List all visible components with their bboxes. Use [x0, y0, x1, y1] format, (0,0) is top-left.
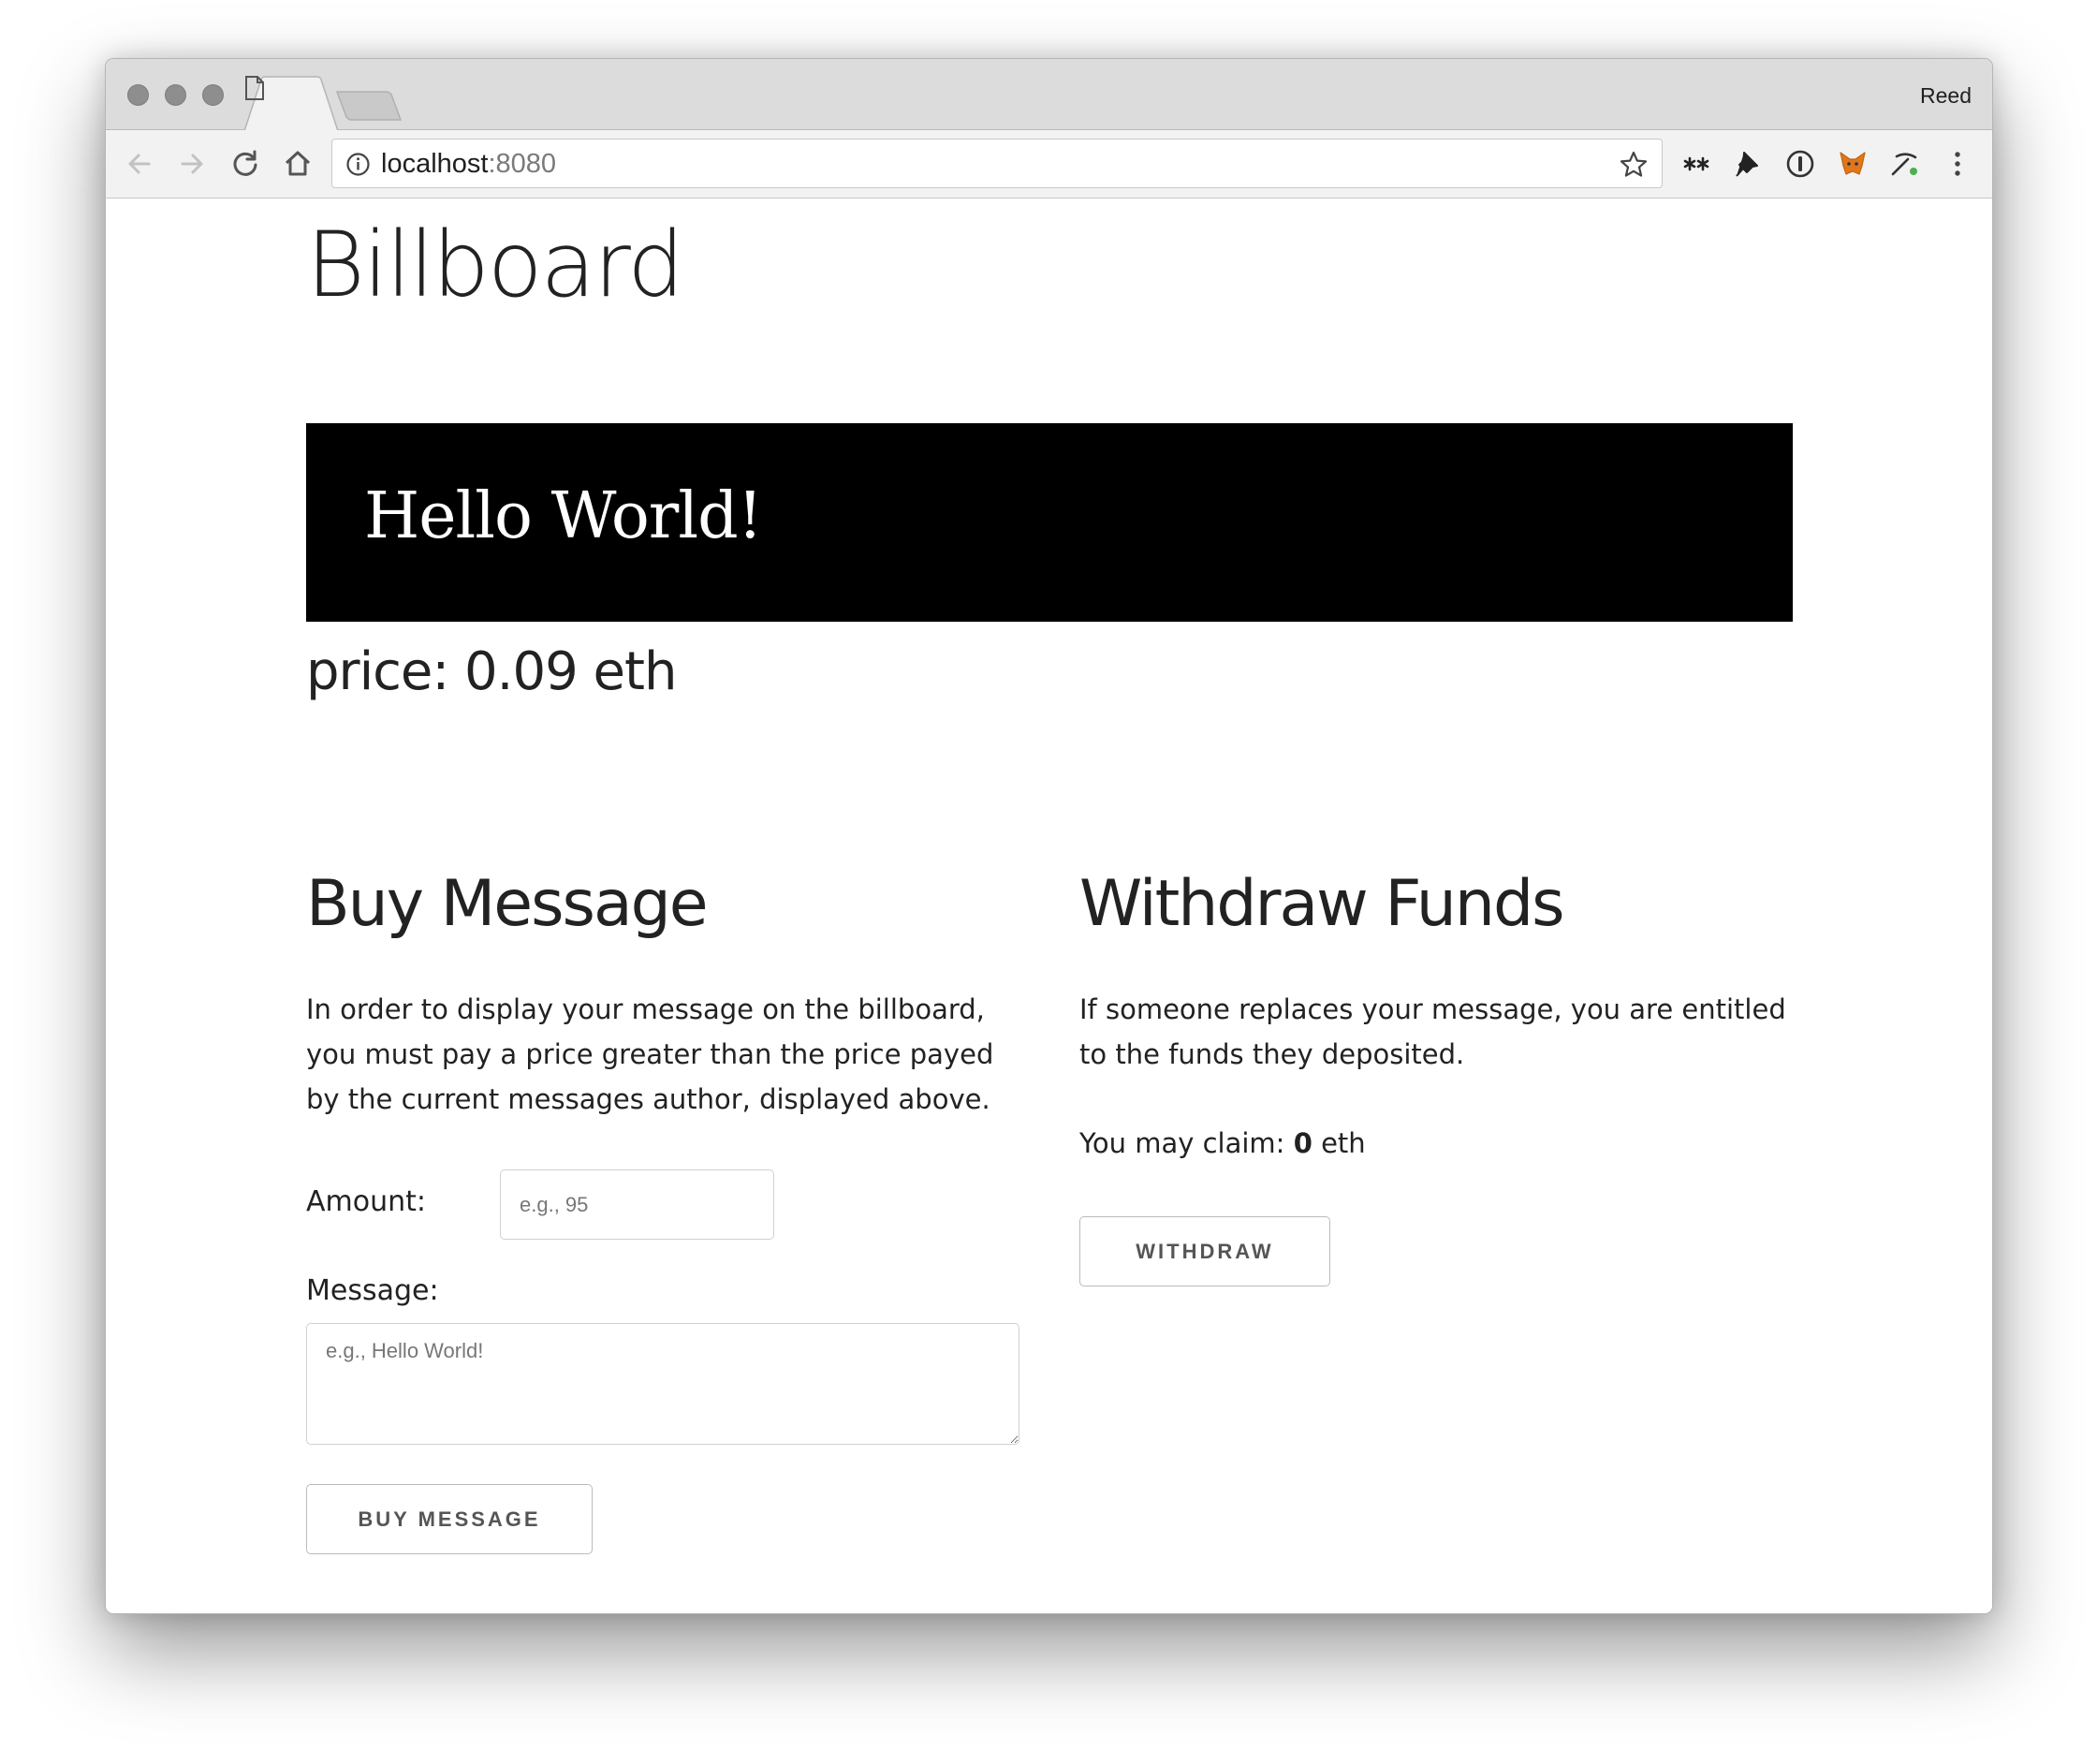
amount-label: Amount:: [306, 1185, 426, 1218]
zoom-window-button[interactable]: [202, 84, 224, 106]
extension-metamask[interactable]: [1837, 148, 1869, 180]
billboard-display: Hello World!: [306, 423, 1793, 622]
home-icon: [285, 151, 311, 176]
price-label: price: 0.09 eth: [306, 641, 677, 702]
extension-pushpin[interactable]: [1732, 148, 1764, 180]
extension-password-manager[interactable]: [1784, 148, 1816, 180]
billboard-message: Hello World!: [364, 479, 763, 553]
url-text[interactable]: localhost:8080: [381, 149, 556, 180]
new-tab-button[interactable]: [335, 90, 403, 122]
page-icon: [245, 76, 264, 100]
star-icon[interactable]: [1619, 150, 1649, 180]
claim-prefix: You may claim:: [1079, 1127, 1294, 1159]
buy-message-description: In order to display your message on the …: [306, 993, 994, 1115]
browser-menu-button[interactable]: [1942, 148, 1973, 180]
browser-window: Reed localhost:8080 Billboard Hello Worl…: [105, 58, 1993, 1614]
menu-dots-icon: [1955, 152, 1960, 176]
profile-name[interactable]: Reed: [1920, 83, 1972, 109]
page-title: Billboard: [306, 213, 684, 317]
pushpin-icon: [1736, 152, 1758, 177]
claim-suffix: eth: [1312, 1127, 1366, 1159]
url-port: :8080: [488, 149, 557, 179]
home-button[interactable]: [280, 146, 315, 182]
message-label: Message:: [306, 1274, 439, 1307]
withdraw-funds-heading: Withdraw Funds: [1079, 867, 1565, 941]
buy-message-heading: Buy Message: [306, 867, 709, 941]
extension-pickaxe[interactable]: [1889, 148, 1921, 180]
back-button[interactable]: [122, 146, 157, 182]
url-host: localhost: [381, 149, 489, 179]
claim-amount: 0: [1293, 1127, 1312, 1159]
tab-localhost[interactable]: [244, 76, 338, 131]
tab-strip: Reed: [106, 59, 1992, 131]
message-textarea[interactable]: [306, 1323, 1019, 1445]
reload-icon: [233, 150, 257, 176]
withdraw-button[interactable]: Withdraw: [1079, 1216, 1330, 1286]
extension-double-asterisk[interactable]: [1680, 148, 1712, 180]
pickaxe-icon: [1891, 153, 1917, 176]
forward-icon: [181, 154, 203, 174]
info-icon[interactable]: [345, 152, 371, 177]
metamask-fox-icon: [1840, 152, 1866, 175]
address-bar[interactable]: localhost:8080: [331, 139, 1663, 188]
forward-button[interactable]: [174, 146, 210, 182]
reload-button[interactable]: [227, 146, 263, 182]
back-icon: [128, 154, 151, 174]
page-content: Billboard Hello World! price: 0.09 eth B…: [106, 198, 1992, 1613]
buy-message-button[interactable]: Buy Message: [306, 1484, 593, 1554]
close-window-button[interactable]: [127, 84, 149, 106]
password-manager-icon: [1786, 150, 1814, 178]
claim-text: You may claim: 0 eth: [1079, 1127, 1366, 1159]
double-asterisk-icon: [1683, 156, 1709, 171]
amount-input[interactable]: [500, 1169, 774, 1240]
browser-toolbar: localhost:8080: [106, 130, 1992, 198]
withdraw-funds-description: If someone replaces your message, you ar…: [1079, 993, 1786, 1070]
minimize-window-button[interactable]: [165, 84, 186, 106]
